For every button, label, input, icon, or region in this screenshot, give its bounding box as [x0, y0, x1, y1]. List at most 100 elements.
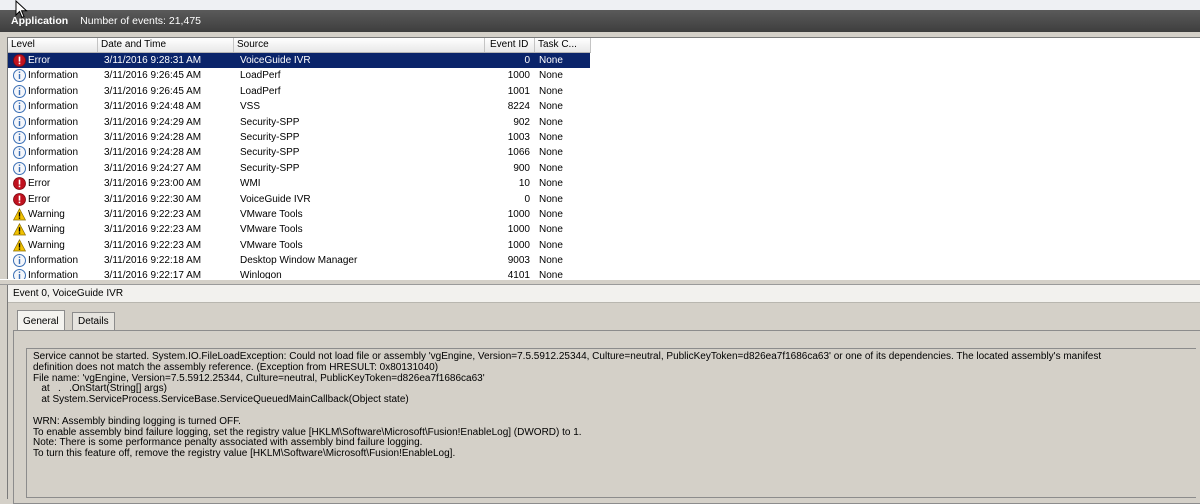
date-cell: 3/11/2016 9:22:18 AM	[104, 255, 202, 267]
task-category-cell: None	[539, 147, 563, 159]
task-category-cell: None	[539, 255, 563, 267]
tab-details[interactable]: Details	[72, 312, 115, 331]
task-category-cell: None	[539, 70, 563, 82]
event-detail-title: Event 0, VoiceGuide IVR	[8, 285, 1200, 303]
level-cell: Information	[28, 116, 79, 128]
source-cell: Security-SPP	[240, 147, 300, 159]
level-cell: Error	[28, 193, 51, 205]
event-row[interactable]: Error 3/11/2016 9:22:30 AM VoiceGuide IVR 0…	[8, 192, 1200, 207]
mouse-cursor-icon	[15, 0, 28, 19]
source-cell: VMware Tools	[240, 239, 303, 251]
source-cell: VoiceGuide IVR	[240, 193, 311, 205]
info-icon	[13, 115, 26, 129]
source-cell: Security-SPP	[240, 131, 300, 143]
level-cell: Error	[28, 55, 51, 66]
event-id-cell: 1000	[507, 224, 530, 236]
event-row[interactable]: Warning 3/11/2016 9:22:23 AM VMware Tools 1…	[8, 238, 1200, 253]
date-cell: 3/11/2016 9:24:48 AM	[104, 101, 202, 113]
task-category-cell: None	[539, 85, 563, 97]
info-icon	[13, 130, 26, 144]
event-id-cell: 8224	[507, 101, 530, 113]
level-cell: Information	[28, 147, 79, 159]
event-id-cell: 1000	[507, 239, 530, 251]
event-id-cell: 1000	[507, 70, 530, 82]
date-cell: 3/11/2016 9:24:29 AM	[104, 116, 202, 128]
source-cell: VMware Tools	[240, 208, 303, 220]
event-id-cell: 1003	[507, 131, 530, 143]
date-cell: 3/11/2016 9:22:23 AM	[104, 239, 202, 251]
event-row[interactable]: Information 3/11/2016 9:24:27 AM Security-…	[8, 161, 1200, 176]
task-category-cell: None	[539, 101, 563, 113]
source-cell: LoadPerf	[240, 85, 281, 97]
tab-general[interactable]: General	[17, 310, 65, 331]
event-id-cell: 902	[513, 116, 530, 128]
source-cell: LoadPerf	[240, 70, 281, 82]
error-icon	[13, 192, 26, 206]
column-task-category[interactable]: Task C...	[535, 38, 591, 52]
event-message[interactable]: Service cannot be started. System.IO.Fil…	[26, 348, 1196, 498]
info-icon	[13, 84, 26, 98]
date-cell: 3/11/2016 9:22:23 AM	[104, 208, 202, 220]
date-cell: 3/11/2016 9:24:27 AM	[104, 162, 202, 174]
info-icon	[13, 161, 26, 175]
task-category-cell: None	[539, 55, 563, 66]
event-row[interactable]: Warning 3/11/2016 9:22:23 AM VMware Tools 1…	[8, 222, 1200, 237]
message-line: To turn this feature off, remove the reg…	[33, 448, 456, 460]
date-cell: 3/11/2016 9:24:28 AM	[104, 147, 202, 159]
task-category-cell: None	[539, 208, 563, 220]
level-cell: Warning	[28, 224, 65, 236]
event-list[interactable]: Level Date and Time Source Event ID Task…	[7, 37, 1200, 280]
info-icon	[13, 146, 26, 160]
level-cell: Warning	[28, 239, 65, 251]
message-line: WRN: Assembly binding logging is turned …	[33, 415, 241, 427]
date-cell: 3/11/2016 9:26:45 AM	[104, 70, 202, 82]
event-row[interactable]: Information 3/11/2016 9:24:28 AM Security-…	[8, 145, 1200, 160]
level-cell: Information	[28, 70, 79, 82]
date-cell: 3/11/2016 9:24:28 AM	[104, 131, 202, 143]
column-source[interactable]: Source	[234, 38, 485, 52]
task-category-cell: None	[539, 239, 563, 251]
column-event-id[interactable]: Event ID	[485, 38, 535, 52]
error-icon	[13, 54, 26, 67]
level-cell: Information	[28, 162, 79, 174]
event-row[interactable]: Information 3/11/2016 9:24:48 AM VSS 8224 No…	[8, 99, 1200, 114]
event-row[interactable]: Information 3/11/2016 9:22:18 AM Desktop W…	[8, 253, 1200, 268]
source-cell: Security-SPP	[240, 162, 300, 174]
task-category-cell: None	[539, 224, 563, 236]
general-tab-body: Service cannot be started. System.IO.Fil…	[13, 330, 1200, 504]
event-id-cell: 1066	[507, 147, 530, 159]
task-category-cell: None	[539, 178, 563, 190]
event-row[interactable]: Warning 3/11/2016 9:22:23 AM VMware Tools 1…	[8, 207, 1200, 222]
source-cell: Desktop Window Manager	[240, 255, 358, 267]
warning-icon	[13, 207, 26, 221]
error-icon	[13, 177, 26, 191]
column-level[interactable]: Level	[8, 38, 98, 52]
event-rows: Error 3/11/2016 9:28:31 AM VoiceGuide IVR 0…	[8, 53, 1200, 279]
level-cell: Information	[28, 131, 79, 143]
message-line: at System.ServiceProcess.ServiceBase.Ser…	[33, 394, 409, 406]
event-id-cell: 10	[518, 178, 530, 190]
task-category-cell: None	[539, 162, 563, 174]
source-cell: VoiceGuide IVR	[240, 55, 311, 66]
event-row[interactable]: Information 3/11/2016 9:26:45 AM LoadPerf 1…	[8, 84, 1200, 99]
date-cell: 3/11/2016 9:26:45 AM	[104, 85, 202, 97]
event-id-cell: 9003	[507, 255, 530, 267]
task-category-cell: None	[539, 193, 563, 205]
date-cell: 3/11/2016 9:28:31 AM	[104, 55, 202, 66]
level-cell: Warning	[28, 208, 65, 220]
event-row[interactable]: Error 3/11/2016 9:23:00 AM WMI 10 None	[8, 176, 1200, 191]
event-id-cell: 1000	[507, 208, 530, 220]
level-cell: Information	[28, 255, 79, 267]
source-cell: VSS	[240, 101, 261, 113]
level-cell: Information	[28, 101, 79, 113]
level-cell: Error	[28, 178, 51, 190]
event-row[interactable]: Error 3/11/2016 9:28:31 AM VoiceGuide IVR 0…	[8, 53, 590, 69]
event-row[interactable]: Information 3/11/2016 9:24:29 AM Security-…	[8, 115, 1200, 130]
date-cell: 3/11/2016 9:23:00 AM	[104, 178, 202, 190]
event-row[interactable]: Information 3/11/2016 9:26:45 AM LoadPerf 1…	[8, 68, 1200, 83]
event-id-cell: 0	[524, 55, 530, 66]
info-icon	[13, 254, 26, 268]
event-row[interactable]: Information 3/11/2016 9:24:28 AM Security-…	[8, 130, 1200, 145]
column-date[interactable]: Date and Time	[98, 38, 234, 52]
task-category-cell: None	[539, 116, 563, 128]
